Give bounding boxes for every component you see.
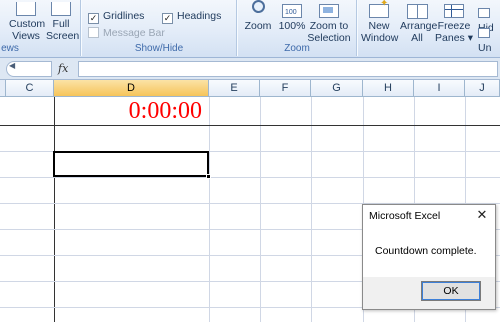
message-bar-check-icon (88, 27, 99, 38)
dialog-message: Countdown complete. (375, 245, 477, 257)
message-bar-checkbox: Message Bar (88, 26, 165, 40)
hide-button[interactable]: Hid (478, 7, 500, 34)
message-bar-label: Message Bar (103, 27, 165, 39)
zoom-to-selection-icon (319, 4, 339, 18)
freeze-panes-icon (444, 4, 464, 18)
column-header-c[interactable]: C (6, 80, 54, 97)
function-icon[interactable]: fx (58, 62, 68, 75)
headings-check-icon: ✓ (162, 13, 173, 24)
dialog-body: Countdown complete. (363, 227, 495, 277)
dialog-title: Microsoft Excel (369, 210, 441, 222)
custom-views-label: Custom Views (9, 18, 46, 42)
gridlines-check-icon: ✓ (88, 13, 99, 24)
column-header-g[interactable]: G (311, 80, 363, 97)
ribbon: Custom Views Full Screen ews ✓ Gridlines … (0, 0, 500, 58)
new-window-icon (369, 0, 389, 18)
new-window-label: New Window (361, 20, 399, 44)
hundred-percent-button[interactable]: 100% (276, 4, 308, 32)
arrange-all-button[interactable]: Arrange All (398, 4, 438, 44)
zoom-button[interactable]: Zoom (240, 0, 276, 32)
column-header-h[interactable]: H (363, 80, 414, 97)
name-box-dropdown-icon[interactable]: ◀ (9, 61, 15, 70)
unhide-icon (478, 28, 490, 38)
hundred-percent-label: 100% (278, 20, 306, 32)
ok-button[interactable]: OK (421, 281, 481, 301)
gridlines-label: Gridlines (103, 10, 145, 22)
workbook-views-caption: ews (1, 43, 19, 54)
message-dialog: Microsoft Excel ✕ Countdown complete. OK (362, 204, 496, 310)
zoom-label: Zoom (244, 20, 272, 32)
custom-views-button[interactable]: Custom Views (6, 2, 46, 42)
full-screen-button[interactable]: Full Screen (44, 2, 80, 42)
column-header-d[interactable]: D (54, 80, 209, 97)
countdown-timer-cell[interactable]: 0:00:00 (56, 97, 208, 125)
selected-cell[interactable] (53, 151, 209, 177)
zoom-to-selection-button[interactable]: Zoom to Selection (306, 4, 352, 44)
column-header-e[interactable]: E (209, 80, 260, 97)
arrange-all-icon (407, 4, 428, 19)
close-icon[interactable]: ✕ (475, 208, 489, 222)
freeze-panes-label: Freeze Panes ▾ (435, 20, 473, 44)
full-screen-icon (51, 2, 71, 16)
headings-checkbox[interactable]: ✓ Headings (162, 9, 222, 24)
zoom-icon (250, 0, 266, 18)
hundred-percent-icon (282, 4, 302, 19)
hide-icon (478, 8, 490, 18)
dialog-title-bar[interactable]: Microsoft Excel ✕ (363, 205, 495, 227)
unhide-label: Un (478, 42, 492, 54)
gridlines-checkbox[interactable]: ✓ Gridlines (88, 9, 145, 24)
unhide-button[interactable]: Un (478, 27, 500, 54)
fill-handle[interactable] (206, 174, 211, 179)
column-header-i[interactable]: I (414, 80, 465, 97)
custom-views-icon (16, 2, 36, 16)
show-hide-caption: Show/Hide (134, 43, 184, 54)
column-header-j[interactable]: J (465, 80, 500, 97)
new-window-button[interactable]: New Window (360, 0, 399, 44)
arrange-all-label: Arrange All (400, 20, 438, 44)
formula-bar: ◀ fx (0, 58, 500, 80)
full-screen-label: Full Screen (46, 18, 80, 42)
formula-input[interactable] (78, 61, 498, 77)
headings-label: Headings (177, 10, 222, 22)
column-header-f[interactable]: F (260, 80, 311, 97)
zoom-to-selection-label: Zoom to Selection (307, 20, 351, 44)
zoom-caption: Zoom (284, 43, 310, 54)
freeze-panes-button[interactable]: Freeze Panes ▾ (434, 4, 474, 44)
